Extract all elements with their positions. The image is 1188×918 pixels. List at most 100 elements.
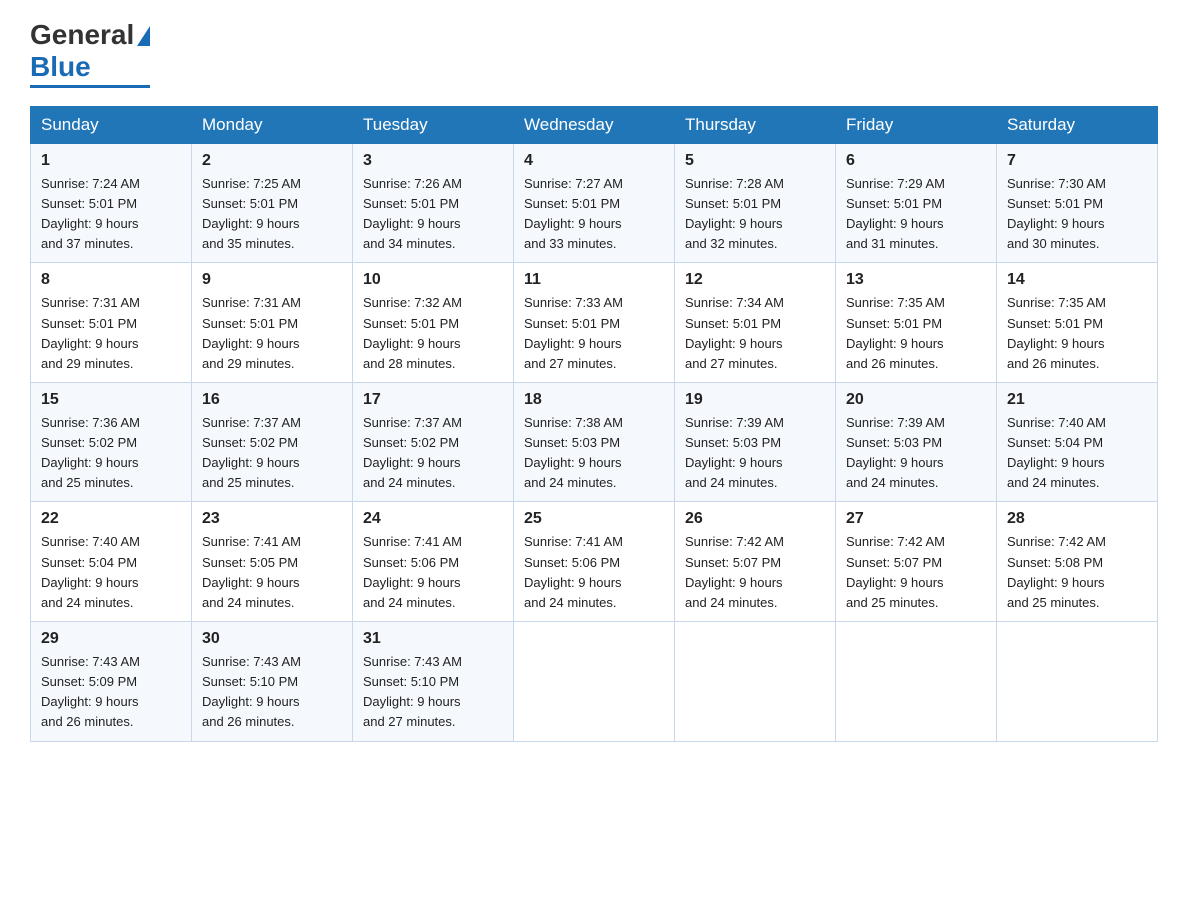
day-number: 30 xyxy=(202,630,342,648)
day-info: Sunrise: 7:41 AM Sunset: 5:06 PM Dayligh… xyxy=(363,532,503,613)
calendar-cell: 26 Sunrise: 7:42 AM Sunset: 5:07 PM Dayl… xyxy=(675,502,836,622)
day-info: Sunrise: 7:24 AM Sunset: 5:01 PM Dayligh… xyxy=(41,174,181,255)
calendar-cell xyxy=(997,622,1158,742)
day-info: Sunrise: 7:31 AM Sunset: 5:01 PM Dayligh… xyxy=(202,293,342,374)
calendar-cell: 22 Sunrise: 7:40 AM Sunset: 5:04 PM Dayl… xyxy=(31,502,192,622)
day-number: 29 xyxy=(41,630,181,648)
calendar-cell xyxy=(514,622,675,742)
day-number: 16 xyxy=(202,391,342,409)
weekday-header-friday: Friday xyxy=(836,106,997,143)
calendar-cell: 12 Sunrise: 7:34 AM Sunset: 5:01 PM Dayl… xyxy=(675,263,836,383)
page-header: General Blue xyxy=(30,20,1158,88)
weekday-header-row: SundayMondayTuesdayWednesdayThursdayFrid… xyxy=(31,106,1158,143)
logo-blue-line: Blue xyxy=(30,51,91,83)
day-info: Sunrise: 7:43 AM Sunset: 5:09 PM Dayligh… xyxy=(41,652,181,733)
day-info: Sunrise: 7:33 AM Sunset: 5:01 PM Dayligh… xyxy=(524,293,664,374)
calendar-cell: 20 Sunrise: 7:39 AM Sunset: 5:03 PM Dayl… xyxy=(836,382,997,502)
weekday-header-monday: Monday xyxy=(192,106,353,143)
day-info: Sunrise: 7:26 AM Sunset: 5:01 PM Dayligh… xyxy=(363,174,503,255)
day-info: Sunrise: 7:43 AM Sunset: 5:10 PM Dayligh… xyxy=(363,652,503,733)
calendar-cell: 16 Sunrise: 7:37 AM Sunset: 5:02 PM Dayl… xyxy=(192,382,353,502)
day-number: 4 xyxy=(524,152,664,170)
day-number: 27 xyxy=(846,510,986,528)
day-info: Sunrise: 7:40 AM Sunset: 5:04 PM Dayligh… xyxy=(41,532,181,613)
calendar-table: SundayMondayTuesdayWednesdayThursdayFrid… xyxy=(30,106,1158,742)
day-info: Sunrise: 7:34 AM Sunset: 5:01 PM Dayligh… xyxy=(685,293,825,374)
day-number: 13 xyxy=(846,271,986,289)
day-info: Sunrise: 7:39 AM Sunset: 5:03 PM Dayligh… xyxy=(685,413,825,494)
calendar-cell: 19 Sunrise: 7:39 AM Sunset: 5:03 PM Dayl… xyxy=(675,382,836,502)
day-info: Sunrise: 7:42 AM Sunset: 5:07 PM Dayligh… xyxy=(846,532,986,613)
weekday-header-tuesday: Tuesday xyxy=(353,106,514,143)
weekday-header-saturday: Saturday xyxy=(997,106,1158,143)
calendar-cell: 31 Sunrise: 7:43 AM Sunset: 5:10 PM Dayl… xyxy=(353,622,514,742)
calendar-cell xyxy=(675,622,836,742)
calendar-cell: 4 Sunrise: 7:27 AM Sunset: 5:01 PM Dayli… xyxy=(514,143,675,263)
logo-main: General xyxy=(30,20,150,51)
day-info: Sunrise: 7:27 AM Sunset: 5:01 PM Dayligh… xyxy=(524,174,664,255)
day-info: Sunrise: 7:37 AM Sunset: 5:02 PM Dayligh… xyxy=(363,413,503,494)
day-number: 20 xyxy=(846,391,986,409)
day-info: Sunrise: 7:29 AM Sunset: 5:01 PM Dayligh… xyxy=(846,174,986,255)
calendar-cell: 6 Sunrise: 7:29 AM Sunset: 5:01 PM Dayli… xyxy=(836,143,997,263)
day-info: Sunrise: 7:38 AM Sunset: 5:03 PM Dayligh… xyxy=(524,413,664,494)
weekday-header-sunday: Sunday xyxy=(31,106,192,143)
calendar-week-row: 8 Sunrise: 7:31 AM Sunset: 5:01 PM Dayli… xyxy=(31,263,1158,383)
calendar-cell: 29 Sunrise: 7:43 AM Sunset: 5:09 PM Dayl… xyxy=(31,622,192,742)
calendar-cell: 27 Sunrise: 7:42 AM Sunset: 5:07 PM Dayl… xyxy=(836,502,997,622)
calendar-cell: 24 Sunrise: 7:41 AM Sunset: 5:06 PM Dayl… xyxy=(353,502,514,622)
day-info: Sunrise: 7:30 AM Sunset: 5:01 PM Dayligh… xyxy=(1007,174,1147,255)
calendar-cell: 23 Sunrise: 7:41 AM Sunset: 5:05 PM Dayl… xyxy=(192,502,353,622)
day-number: 31 xyxy=(363,630,503,648)
day-number: 19 xyxy=(685,391,825,409)
calendar-cell: 8 Sunrise: 7:31 AM Sunset: 5:01 PM Dayli… xyxy=(31,263,192,383)
day-number: 22 xyxy=(41,510,181,528)
day-info: Sunrise: 7:39 AM Sunset: 5:03 PM Dayligh… xyxy=(846,413,986,494)
day-number: 9 xyxy=(202,271,342,289)
calendar-cell: 15 Sunrise: 7:36 AM Sunset: 5:02 PM Dayl… xyxy=(31,382,192,502)
calendar-cell: 30 Sunrise: 7:43 AM Sunset: 5:10 PM Dayl… xyxy=(192,622,353,742)
day-number: 12 xyxy=(685,271,825,289)
day-number: 1 xyxy=(41,152,181,170)
calendar-cell xyxy=(836,622,997,742)
day-number: 28 xyxy=(1007,510,1147,528)
logo-rule xyxy=(30,85,150,88)
day-info: Sunrise: 7:42 AM Sunset: 5:08 PM Dayligh… xyxy=(1007,532,1147,613)
day-info: Sunrise: 7:41 AM Sunset: 5:06 PM Dayligh… xyxy=(524,532,664,613)
calendar-week-row: 15 Sunrise: 7:36 AM Sunset: 5:02 PM Dayl… xyxy=(31,382,1158,502)
day-number: 21 xyxy=(1007,391,1147,409)
day-number: 24 xyxy=(363,510,503,528)
weekday-header-wednesday: Wednesday xyxy=(514,106,675,143)
day-number: 10 xyxy=(363,271,503,289)
logo-general-word: General xyxy=(30,20,134,51)
day-number: 25 xyxy=(524,510,664,528)
day-number: 23 xyxy=(202,510,342,528)
day-number: 7 xyxy=(1007,152,1147,170)
calendar-cell: 14 Sunrise: 7:35 AM Sunset: 5:01 PM Dayl… xyxy=(997,263,1158,383)
calendar-cell: 5 Sunrise: 7:28 AM Sunset: 5:01 PM Dayli… xyxy=(675,143,836,263)
logo-chevron-icon xyxy=(137,26,150,46)
weekday-header-thursday: Thursday xyxy=(675,106,836,143)
day-info: Sunrise: 7:35 AM Sunset: 5:01 PM Dayligh… xyxy=(846,293,986,374)
calendar-cell: 1 Sunrise: 7:24 AM Sunset: 5:01 PM Dayli… xyxy=(31,143,192,263)
calendar-week-row: 22 Sunrise: 7:40 AM Sunset: 5:04 PM Dayl… xyxy=(31,502,1158,622)
calendar-cell: 18 Sunrise: 7:38 AM Sunset: 5:03 PM Dayl… xyxy=(514,382,675,502)
day-number: 8 xyxy=(41,271,181,289)
calendar-cell: 7 Sunrise: 7:30 AM Sunset: 5:01 PM Dayli… xyxy=(997,143,1158,263)
calendar-cell: 9 Sunrise: 7:31 AM Sunset: 5:01 PM Dayli… xyxy=(192,263,353,383)
day-number: 3 xyxy=(363,152,503,170)
calendar-cell: 28 Sunrise: 7:42 AM Sunset: 5:08 PM Dayl… xyxy=(997,502,1158,622)
day-info: Sunrise: 7:28 AM Sunset: 5:01 PM Dayligh… xyxy=(685,174,825,255)
calendar-cell: 17 Sunrise: 7:37 AM Sunset: 5:02 PM Dayl… xyxy=(353,382,514,502)
day-number: 14 xyxy=(1007,271,1147,289)
day-number: 2 xyxy=(202,152,342,170)
calendar-week-row: 29 Sunrise: 7:43 AM Sunset: 5:09 PM Dayl… xyxy=(31,622,1158,742)
day-number: 18 xyxy=(524,391,664,409)
day-number: 26 xyxy=(685,510,825,528)
day-info: Sunrise: 7:31 AM Sunset: 5:01 PM Dayligh… xyxy=(41,293,181,374)
calendar-cell: 21 Sunrise: 7:40 AM Sunset: 5:04 PM Dayl… xyxy=(997,382,1158,502)
calendar-cell: 13 Sunrise: 7:35 AM Sunset: 5:01 PM Dayl… xyxy=(836,263,997,383)
calendar-week-row: 1 Sunrise: 7:24 AM Sunset: 5:01 PM Dayli… xyxy=(31,143,1158,263)
day-number: 5 xyxy=(685,152,825,170)
day-info: Sunrise: 7:40 AM Sunset: 5:04 PM Dayligh… xyxy=(1007,413,1147,494)
